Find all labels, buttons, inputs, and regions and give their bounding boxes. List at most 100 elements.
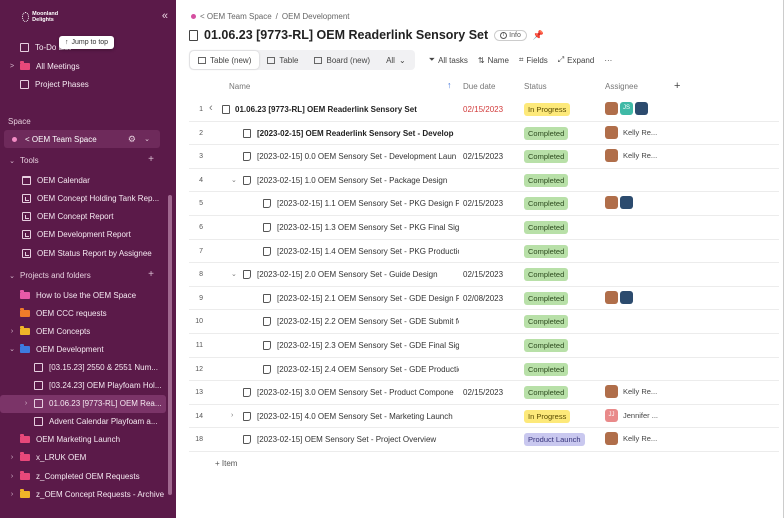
table-row[interactable]: 5 [2023-02-15] 1.1 OEM Sensory Set - PKG … [189,192,779,216]
chevron-down-icon[interactable]: ⌄ [231,176,237,184]
status-badge[interactable]: In Progress [524,409,571,423]
chevron-right-icon[interactable]: › [8,473,16,480]
more-options-button[interactable]: ··· [604,56,612,65]
column-header-due[interactable]: Due date [463,82,495,91]
table-row[interactable]: 13 [2023-02-15] 3.0 OEM Sensory Set - Pro… [189,381,779,405]
table-row[interactable]: 1 ‹ 01.06.23 [9773-RL] OEM Readerlink Sens… [189,98,779,122]
due-date[interactable]: 02/15/2023 [463,152,503,161]
sidebar-project-item[interactable]: OEM CCC requests [0,304,166,322]
status-badge[interactable]: Completed [524,339,569,352]
sidebar-project-item[interactable]: Advent Calendar Playfoam a... [0,413,166,431]
sidebar-project-item[interactable]: › 01.06.23 [9773-RL] OEM Rea... [0,394,166,413]
assignee-cell[interactable]: JJ Jennifer ... [605,408,658,422]
avatar[interactable]: JS [620,102,633,115]
all-tasks-filter[interactable]: ⏷ All tasks [429,55,468,65]
avatar[interactable] [620,290,633,304]
task-name[interactable]: [2023-02-15] OEM Readerlink Sensory Set … [257,129,459,138]
status-badge[interactable]: Completed [524,150,569,164]
task-name[interactable]: [2023-02-15] 1.3 OEM Sensory Set - PKG F… [277,223,459,232]
avatar[interactable] [605,102,618,115]
table-row[interactable]: 18 [2023-02-15] OEM Sensory Set - Project… [189,428,779,452]
info-button[interactable]: i Info [494,29,527,41]
sidebar-project-item[interactable]: › z_Completed OEM Requests [0,467,166,485]
table-row[interactable]: 11 [2023-02-15] 2.3 OEM Sensory Set - GDE… [189,334,779,358]
task-name[interactable]: [2023-02-15] 1.1 OEM Sensory Set - PKG D… [277,199,459,208]
table-row[interactable]: 7 [2023-02-15] 1.4 OEM Sensory Set - PKG … [189,240,779,264]
assignee-cell[interactable]: Kelly Re... [605,149,657,163]
status-badge[interactable]: Completed [524,315,569,329]
projects-section[interactable]: ⌄ Projects and folders [8,271,91,280]
sidebar-project-item[interactable]: OEM Marketing Launch [0,431,166,449]
avatar[interactable] [605,149,618,163]
chevron-left-icon[interactable]: ‹ [209,102,213,114]
add-item-button[interactable]: + Item [215,459,237,468]
table-row[interactable]: 12 [2023-02-15] 2.4 OEM Sensory Set - GDE… [189,358,779,382]
assignee-cell[interactable] [605,196,633,210]
chevron-right-icon[interactable]: › [231,412,233,419]
chevron-down-icon[interactable]: ⌄ [231,270,237,278]
status-badge[interactable]: Completed [524,126,569,140]
due-date[interactable]: 02/15/2023 [463,270,503,279]
sidebar-tool-item[interactable]: OEM Concept Holding Tank Rep... [0,189,166,207]
breadcrumb-space[interactable]: < OEM Team Space [200,12,272,21]
tab-view-1[interactable]: Table [259,51,306,69]
tools-section[interactable]: ⌄ Tools [8,156,39,165]
add-column-icon[interactable]: + [674,80,680,92]
sidebar-scrollbar[interactable] [168,195,172,495]
avatar[interactable]: JJ [605,408,618,422]
status-badge[interactable]: In Progress [524,103,571,116]
chevron-down-icon[interactable]: ⌄ [8,345,16,353]
task-name[interactable]: [2023-02-15] 1.4 OEM Sensory Set - PKG P… [277,247,459,256]
task-name[interactable]: [2023-02-15] 2.0 OEM Sensory Set - Guide… [257,270,459,279]
due-date[interactable]: 02/15/2023 [463,199,503,208]
status-badge[interactable]: Completed [524,221,569,234]
table-row[interactable]: 6 [2023-02-15] 1.3 OEM Sensory Set - PKG … [189,216,779,240]
gear-icon[interactable]: ⚙ [128,134,136,145]
avatar[interactable] [605,125,618,139]
task-name[interactable]: [2023-02-15] OEM Sensory Set - Project O… [257,435,459,444]
avatar[interactable] [605,196,618,210]
table-row[interactable]: 4 ⌄ [2023-02-15] 1.0 OEM Sensory Set - Pac… [189,169,779,193]
task-name[interactable]: 01.06.23 [9773-RL] OEM Readerlink Sensor… [235,105,465,114]
column-header-name[interactable]: Name [229,82,250,91]
fields-button[interactable]: ⌗ Fields [519,55,548,65]
status-badge[interactable]: Completed [524,173,569,187]
sidebar-project-item[interactable]: › OEM Concepts [0,322,166,340]
pin-icon[interactable]: 📌 [533,30,544,41]
company-logo[interactable]: Moonland Delights [22,8,64,26]
sidebar-tool-item[interactable]: OEM Development Report [0,226,166,244]
sidebar-project-item[interactable]: ⌄ OEM Development [0,340,166,358]
sidebar-project-item[interactable]: How to Use the OEM Space [0,286,166,304]
avatar[interactable] [605,290,618,304]
sidebar-project-item[interactable]: › x_LRUK OEM [0,449,166,467]
add-project-icon[interactable]: + [148,269,154,280]
chevron-right-icon[interactable]: › [22,400,30,407]
sort-name-button[interactable]: ⇅ Name [478,56,509,65]
sidebar-project-item[interactable]: [03.15.23] 2550 & 2551 Num... [0,358,166,376]
table-row[interactable]: 2 [2023-02-15] OEM Readerlink Sensory Set… [189,122,779,146]
jump-to-top-tooltip[interactable]: Jump to top [59,36,115,49]
task-name[interactable]: [2023-02-15] 3.0 OEM Sensory Set - Produ… [257,388,459,397]
tab-view-2[interactable]: Board (new) [306,51,378,69]
space-selector[interactable]: < OEM Team Space ⚙ ⌄ [4,130,160,148]
expand-button[interactable]: ⤢ Expand [558,55,595,65]
sidebar-project-item[interactable]: [03.24.23] OEM Playfoam Hol... [0,377,166,395]
sidebar-tool-item[interactable]: OEM Concept Report [0,208,166,226]
collapse-sidebar-icon[interactable]: « [162,10,168,22]
status-badge[interactable]: Completed [524,197,569,211]
add-tool-icon[interactable]: + [148,154,154,165]
tab-view-3[interactable]: All ⌄ [378,51,414,69]
chevron-down-icon[interactable]: ⌄ [144,135,150,143]
due-date[interactable]: 02/15/2023 [463,105,503,114]
due-date[interactable]: 02/15/2023 [463,388,503,397]
due-date[interactable]: 02/08/2023 [463,294,503,303]
chevron-right-icon[interactable]: › [8,454,16,461]
status-badge[interactable]: Completed [524,291,569,305]
status-badge[interactable]: Completed [524,268,569,282]
sort-ascending-icon[interactable]: ↑ [447,80,452,90]
status-badge[interactable]: Completed [524,244,569,258]
assignee-cell[interactable]: Kelly Re... [605,385,657,399]
sidebar-item[interactable]: > All Meetings [0,57,166,75]
table-row[interactable]: 9 [2023-02-15] 2.1 OEM Sensory Set - GDE … [189,287,779,311]
task-name[interactable]: [2023-02-15] 2.4 OEM Sensory Set - GDE P… [277,365,459,374]
